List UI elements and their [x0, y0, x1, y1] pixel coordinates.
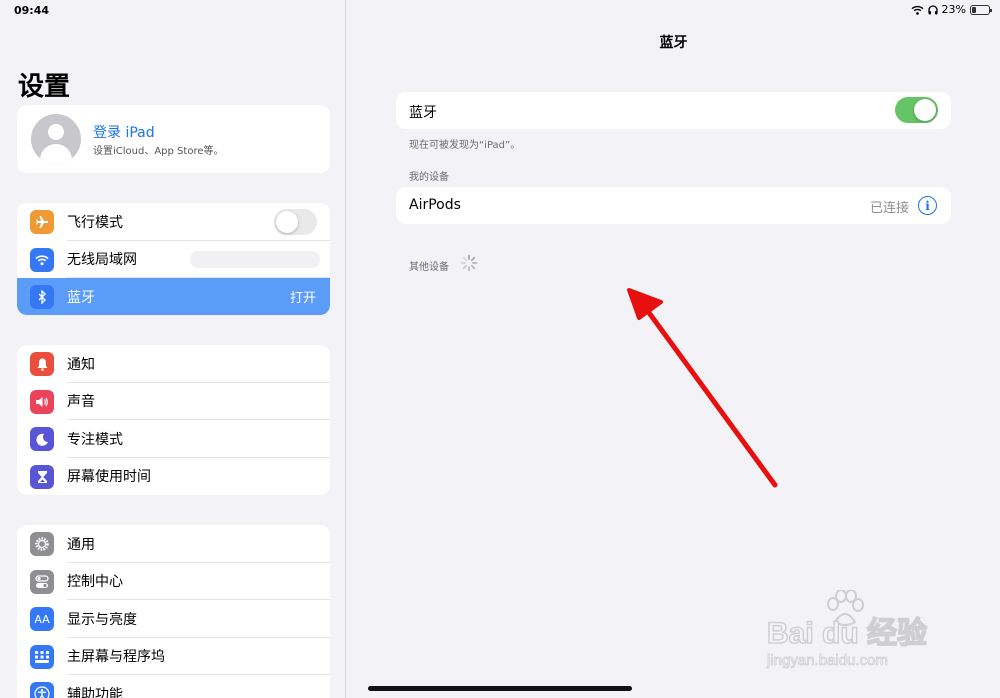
sidebar-title: 设置 [18, 72, 71, 102]
wifi-network-value [190, 250, 320, 268]
switches-icon [30, 569, 54, 594]
baidu-watermark: Bai du 经验 jingyan.baidu.com [765, 590, 993, 680]
my-devices-header: 我的设备 [409, 172, 449, 183]
sidebar-item-label: 控制中心 [67, 574, 123, 591]
headphones-icon [927, 4, 938, 14]
sidebar-item-label: 通用 [67, 536, 95, 553]
page-title: 蓝牙 [659, 35, 688, 51]
sidebar-item-wifi[interactable]: 无线局域网 [17, 241, 330, 278]
sidebar-item-focus[interactable]: 专注模式 [17, 420, 330, 458]
wifi-icon [30, 247, 54, 272]
watermark-brand: Bai du 经验 [766, 616, 928, 651]
speaker-icon [30, 389, 54, 414]
sidebar-item-label: 飞行模式 [67, 214, 123, 231]
sidebar-item-label: 蓝牙 [67, 289, 95, 306]
sidebar-item-home-screen[interactable]: 主屏幕与程序坞 [17, 638, 330, 675]
loading-spinner-icon [460, 254, 478, 272]
sidebar-item-airplane[interactable]: 飞行模式 [17, 203, 330, 241]
profile-card[interactable]: 登录 iPad 设置iCloud、App Store等。 [17, 105, 330, 173]
bluetooth-detail-pane: 23% 蓝牙 蓝牙 现在可被发现为“iPad”。 我的设备 AirPods 已连… [347, 0, 1000, 698]
discoverable-caption: 现在可被发现为“iPad”。 [409, 140, 521, 151]
sidebar-item-sounds[interactable]: 声音 [17, 383, 330, 420]
sidebar-item-label: 声音 [67, 394, 95, 411]
moon-icon [30, 427, 54, 451]
bluetooth-toggle[interactable] [895, 97, 938, 123]
sidebar-item-label: 无线局域网 [67, 252, 137, 269]
sidebar-item-label: 辅助功能 [67, 686, 123, 698]
home-grid-icon [30, 644, 54, 669]
bluetooth-icon [30, 285, 54, 309]
watermark-url: jingyan.baidu.com [767, 652, 889, 670]
sidebar-item-control-center[interactable]: 控制中心 [17, 563, 330, 600]
text-size-icon: AA [30, 607, 54, 631]
other-devices-header: 其他设备 [409, 262, 449, 273]
sidebar-item-bluetooth[interactable]: 蓝牙 打开 [17, 278, 330, 315]
status-indicators: 23% [911, 3, 992, 16]
airplane-mode-toggle[interactable] [274, 208, 317, 235]
wifi-status-icon [911, 5, 923, 15]
hourglass-icon [30, 464, 54, 489]
info-icon[interactable]: i [918, 196, 937, 215]
sidebar-item-display[interactable]: AA 显示与亮度 [17, 600, 330, 638]
sidebar-item-label: 屏幕使用时间 [67, 469, 151, 486]
home-indicator[interactable] [368, 686, 632, 691]
bluetooth-toggle-row: 蓝牙 [396, 92, 951, 129]
bell-icon [30, 352, 54, 376]
sidebar: 09:44 设置 登录 iPad 设置iCloud、App Store等。 飞行… [0, 0, 346, 698]
sidebar-item-label: 主屏幕与程序坞 [67, 649, 165, 666]
sidebar-item-label: 通知 [67, 356, 95, 373]
sidebar-item-screen-time[interactable]: 屏幕使用时间 [17, 458, 330, 496]
device-row-airpods[interactable]: AirPods 已连接 i [396, 187, 951, 224]
bluetooth-status-value: 打开 [289, 291, 316, 307]
status-time: 09:44 [14, 4, 50, 17]
profile-subtitle: 设置iCloud、App Store等。 [93, 146, 224, 157]
sidebar-item-label: 显示与亮度 [67, 611, 137, 628]
gear-icon [30, 532, 54, 556]
accessibility-icon [30, 682, 54, 698]
airplane-icon [30, 210, 54, 234]
sidebar-item-general[interactable]: 通用 [17, 525, 330, 563]
avatar [31, 114, 81, 164]
settings-group-notifications: 通知 声音 专注模式 屏幕使用时间 [17, 345, 330, 495]
battery-percent: 23% [941, 3, 966, 16]
red-arrow-annotation [627, 288, 778, 488]
device-status: 已连接 [869, 201, 909, 216]
battery-icon [970, 4, 992, 15]
sidebar-item-accessibility[interactable]: 辅助功能 [17, 675, 330, 698]
settings-group-connectivity: 飞行模式 无线局域网 蓝牙 打开 [17, 203, 330, 315]
device-name: AirPods [409, 197, 461, 213]
bluetooth-label: 蓝牙 [409, 105, 437, 121]
sign-in-link[interactable]: 登录 iPad [93, 122, 155, 142]
settings-group-general: 通用 控制中心 AA 显示与亮度 主屏幕与程序坞 辅助功能 [17, 525, 330, 698]
sidebar-item-notifications[interactable]: 通知 [17, 345, 330, 383]
sidebar-item-label: 专注模式 [67, 431, 123, 448]
